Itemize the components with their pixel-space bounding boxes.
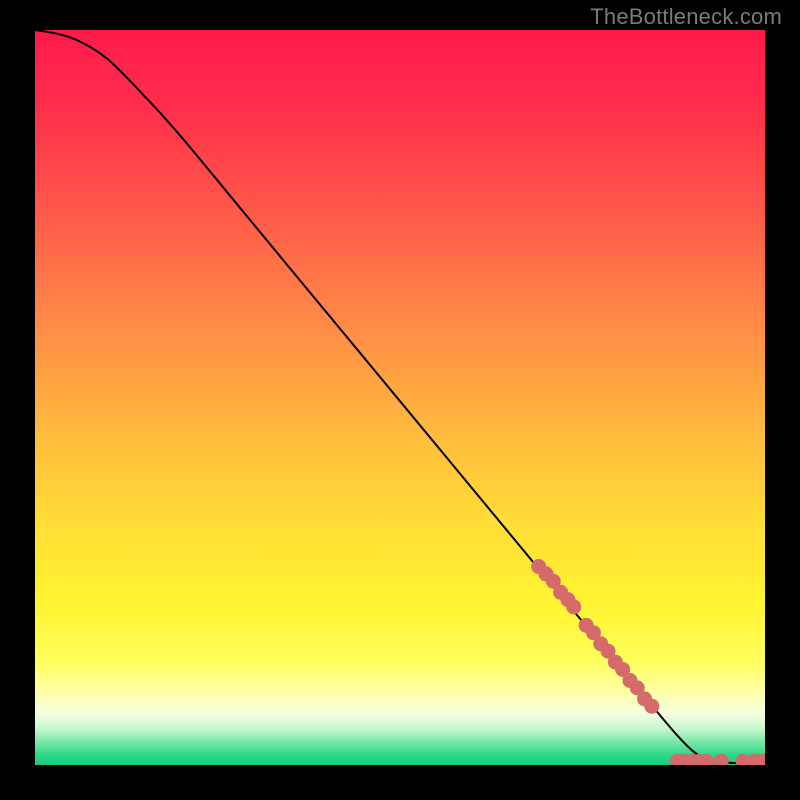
chart-svg [35, 30, 765, 765]
watermark-text: TheBottleneck.com [590, 4, 782, 30]
plot-area [35, 30, 765, 765]
chart-background [35, 30, 765, 765]
data-point [644, 699, 659, 714]
data-point [566, 599, 581, 614]
chart-container: TheBottleneck.com [0, 0, 800, 800]
